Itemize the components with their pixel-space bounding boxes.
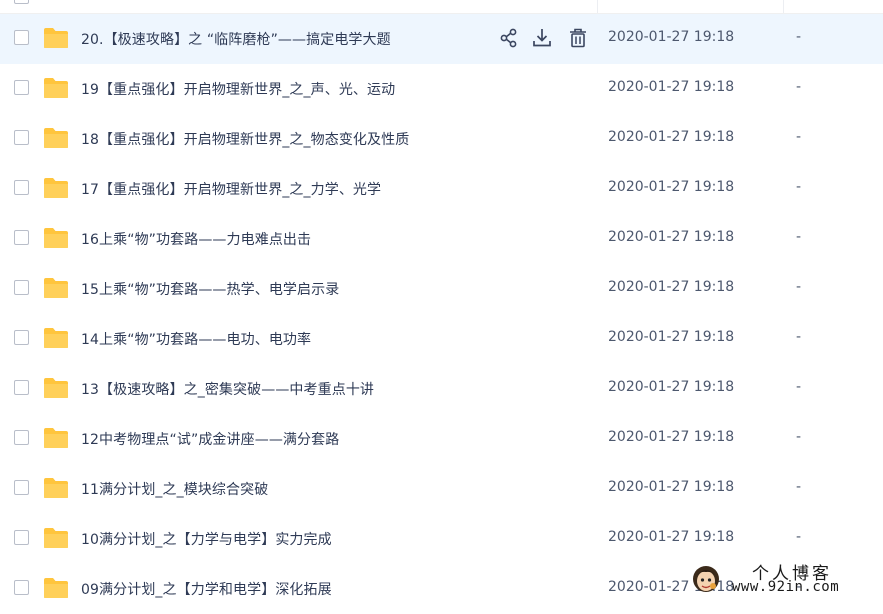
- file-name[interactable]: 12中考物理点“试”成金讲座——满分套路: [81, 429, 339, 449]
- file-name[interactable]: 15上乘“物”功套路——热学、电学启示录: [81, 279, 339, 299]
- file-row[interactable]: 10满分计划_之【力学与电学】实力完成 2020-01-27 19:18 -: [0, 514, 883, 564]
- file-row[interactable]: 16上乘“物”功套路——力电难点出击 2020-01-27 19:18 -: [0, 214, 883, 264]
- row-checkbox[interactable]: [14, 130, 29, 145]
- file-name[interactable]: 16上乘“物”功套路——力电难点出击: [81, 229, 311, 249]
- folder-icon: [43, 127, 69, 149]
- row-checkbox[interactable]: [14, 430, 29, 445]
- file-size: -: [796, 529, 802, 545]
- folder-icon: [43, 27, 69, 49]
- file-name[interactable]: 20.【极速攻略】之 “临阵磨枪”——搞定电学大题: [81, 29, 391, 49]
- file-row[interactable]: 20.【极速攻略】之 “临阵磨枪”——搞定电学大题 2020-01-27 19:1…: [0, 14, 883, 64]
- file-row[interactable]: 15上乘“物”功套路——热学、电学启示录 2020-01-27 19:18 -: [0, 264, 883, 314]
- file-size: -: [796, 129, 802, 145]
- file-modified-time: 2020-01-27 19:18: [608, 29, 735, 45]
- file-row[interactable]: 19【重点强化】开启物理新世界_之_声、光、运动 2020-01-27 19:18…: [0, 64, 883, 114]
- row-checkbox[interactable]: [14, 280, 29, 295]
- file-modified-time: 2020-01-27 19:18: [608, 129, 735, 145]
- file-modified-time: 2020-01-27 19:18: [608, 229, 735, 245]
- row-checkbox[interactable]: [14, 230, 29, 245]
- table-header: [0, 0, 883, 14]
- file-size: -: [796, 279, 802, 295]
- file-modified-time: 2020-01-27 19:18: [608, 179, 735, 195]
- file-name[interactable]: 14上乘“物”功套路——电功、电功率: [81, 329, 311, 349]
- folder-icon: [43, 177, 69, 199]
- folder-icon: [43, 527, 69, 549]
- watermark-url: www.92in.com: [732, 579, 840, 595]
- folder-icon: [43, 277, 69, 299]
- file-row[interactable]: 12中考物理点“试”成金讲座——满分套路 2020-01-27 19:18 -: [0, 414, 883, 464]
- folder-icon: [43, 77, 69, 99]
- row-checkbox[interactable]: [14, 180, 29, 195]
- folder-icon: [43, 227, 69, 249]
- column-divider: [783, 0, 784, 13]
- file-row[interactable]: 14上乘“物”功套路——电功、电功率 2020-01-27 19:18 -: [0, 314, 883, 364]
- file-row[interactable]: 13【极速攻略】之_密集突破——中考重点十讲 2020-01-27 19:18 -: [0, 364, 883, 414]
- column-divider: [597, 0, 598, 13]
- file-modified-time: 2020-01-27 19:18: [608, 479, 735, 495]
- share-icon[interactable]: [498, 27, 520, 49]
- folder-icon: [43, 327, 69, 349]
- folder-icon: [43, 377, 69, 399]
- row-checkbox[interactable]: [14, 330, 29, 345]
- folder-icon: [43, 577, 69, 599]
- folder-icon: [43, 477, 69, 499]
- row-checkbox[interactable]: [14, 580, 29, 595]
- file-name[interactable]: 19【重点强化】开启物理新世界_之_声、光、运动: [81, 79, 395, 99]
- row-checkbox[interactable]: [14, 530, 29, 545]
- file-modified-time: 2020-01-27 19:18: [608, 279, 735, 295]
- file-size: -: [796, 179, 802, 195]
- folder-icon: [43, 427, 69, 449]
- file-modified-time: 2020-01-27 19:18: [608, 379, 735, 395]
- row-checkbox[interactable]: [14, 480, 29, 495]
- row-checkbox[interactable]: [14, 80, 29, 95]
- file-row[interactable]: 17【重点强化】开启物理新世界_之_力学、光学 2020-01-27 19:18 -: [0, 164, 883, 214]
- file-size: -: [796, 79, 802, 95]
- download-icon[interactable]: [531, 27, 553, 49]
- file-modified-time: 2020-01-27 19:18: [608, 529, 735, 545]
- row-checkbox[interactable]: [14, 30, 29, 45]
- blog-watermark: 个人博客 www.92in.com: [690, 560, 883, 600]
- file-modified-time: 2020-01-27 19:18: [608, 329, 735, 345]
- file-size: -: [796, 29, 802, 45]
- file-size: -: [796, 429, 802, 445]
- file-size: -: [796, 229, 802, 245]
- file-size: -: [796, 329, 802, 345]
- delete-icon[interactable]: [567, 27, 589, 49]
- cartoon-avatar-icon: [693, 566, 719, 592]
- file-modified-time: 2020-01-27 19:18: [608, 79, 735, 95]
- file-name[interactable]: 11满分计划_之_模块综合突破: [81, 479, 268, 499]
- file-name[interactable]: 09满分计划_之【力学和电学】深化拓展: [81, 579, 332, 599]
- file-size: -: [796, 379, 802, 395]
- file-name[interactable]: 18【重点强化】开启物理新世界_之_物态变化及性质: [81, 129, 409, 149]
- file-name[interactable]: 10满分计划_之【力学与电学】实力完成: [81, 529, 332, 549]
- row-checkbox[interactable]: [14, 380, 29, 395]
- select-all-checkbox[interactable]: [14, 0, 29, 4]
- file-modified-time: 2020-01-27 19:18: [608, 429, 735, 445]
- file-row[interactable]: 11满分计划_之_模块综合突破 2020-01-27 19:18 -: [0, 464, 883, 514]
- file-name[interactable]: 17【重点强化】开启物理新世界_之_力学、光学: [81, 179, 381, 199]
- file-size: -: [796, 479, 802, 495]
- file-row[interactable]: 18【重点强化】开启物理新世界_之_物态变化及性质 2020-01-27 19:1…: [0, 114, 883, 164]
- file-name[interactable]: 13【极速攻略】之_密集突破——中考重点十讲: [81, 379, 374, 399]
